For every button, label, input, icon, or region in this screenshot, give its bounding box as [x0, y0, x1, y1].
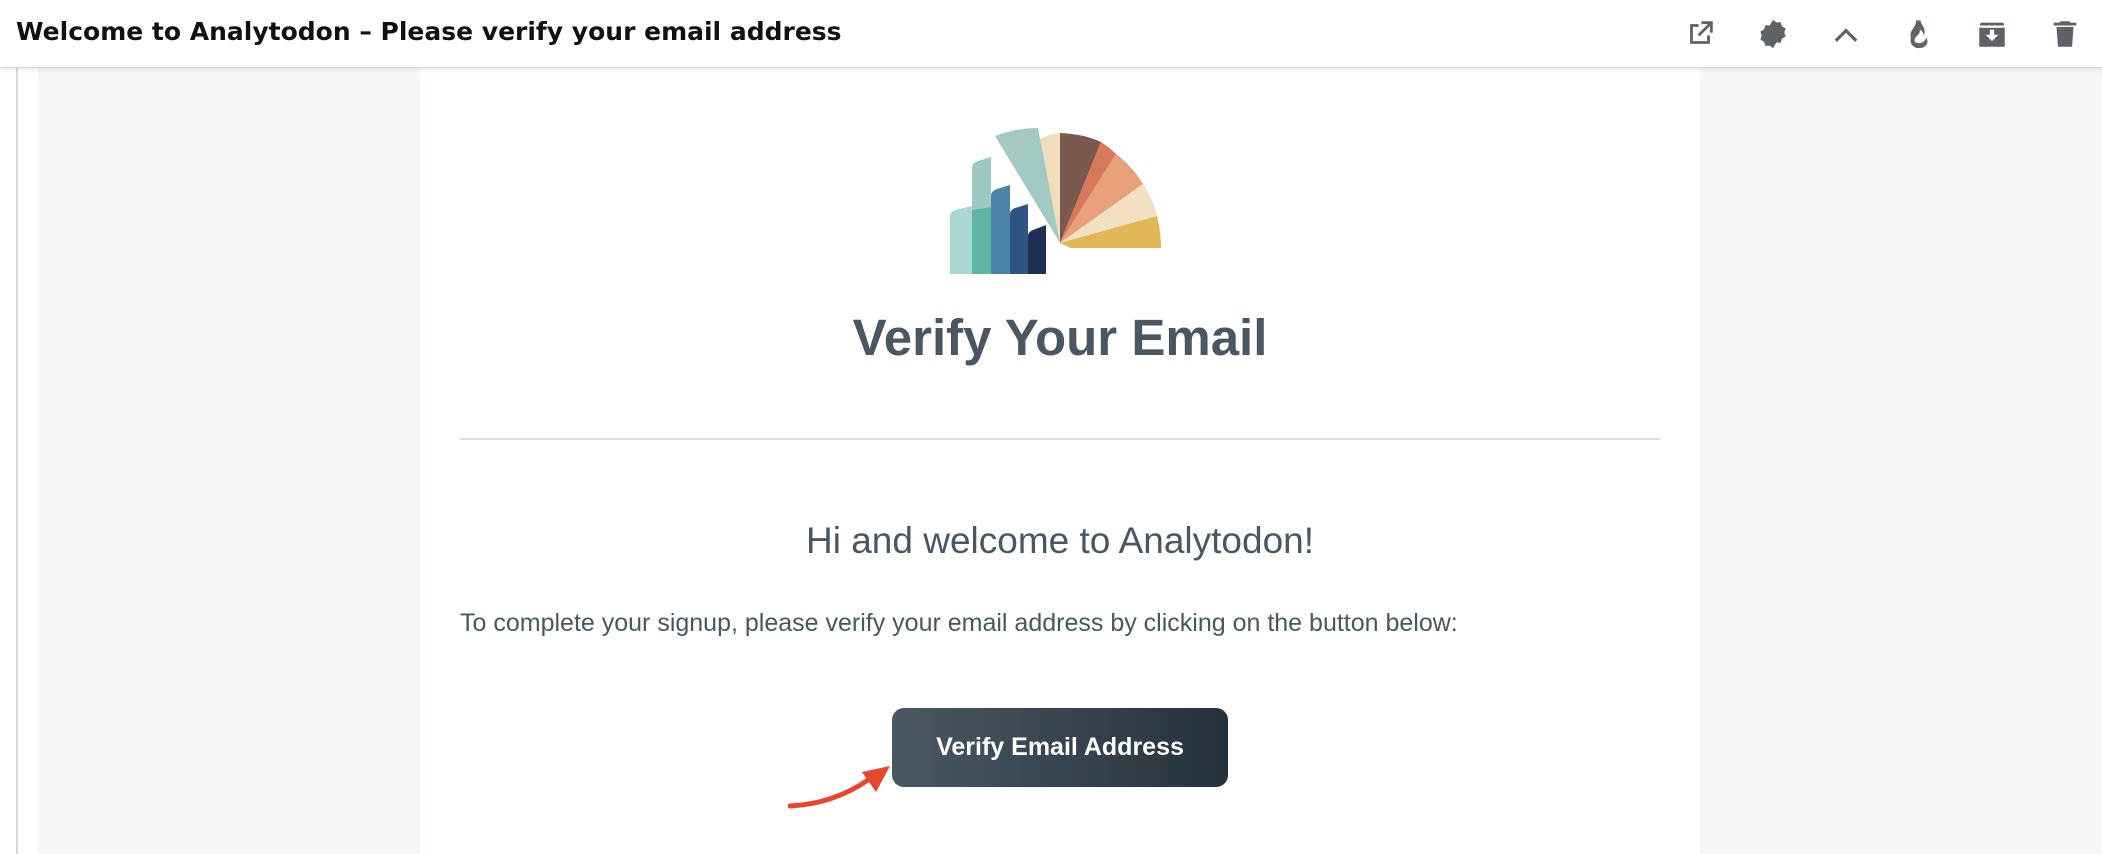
badge-icon [1760, 19, 1786, 49]
flame-icon [1910, 19, 1928, 49]
analytodon-logo [950, 128, 1161, 274]
red-arrow-icon [788, 766, 890, 809]
reader-left-border [16, 68, 18, 854]
delete-button[interactable] [2045, 14, 2085, 54]
chevron-up-icon [1834, 28, 1858, 42]
email-subject: Welcome to Analytodon – Please verify yo… [16, 17, 842, 46]
email-heading: Verify Your Email [852, 309, 1268, 366]
badge-button[interactable] [1753, 14, 1793, 54]
email-body: Verify Your Email Hi and welcome to Anal… [420, 68, 1700, 854]
flame-button[interactable] [1899, 14, 1939, 54]
archive-icon [1979, 22, 2005, 47]
archive-button[interactable] [1972, 14, 2012, 54]
collapse-button[interactable] [1826, 14, 1866, 54]
instruction-text: To complete your signup, please verify y… [460, 609, 1458, 637]
divider [460, 438, 1660, 440]
greeting-text: Hi and welcome to Analytodon! [805, 520, 1315, 561]
open-external-icon [1690, 21, 1713, 44]
trash-icon [2053, 21, 2077, 47]
verify-email-button[interactable]: Verify Email Address [892, 708, 1228, 787]
reader-left-rail [0, 68, 38, 854]
email-header: Welcome to Analytodon – Please verify yo… [0, 0, 2102, 68]
open-external-button[interactable] [1680, 14, 1720, 54]
